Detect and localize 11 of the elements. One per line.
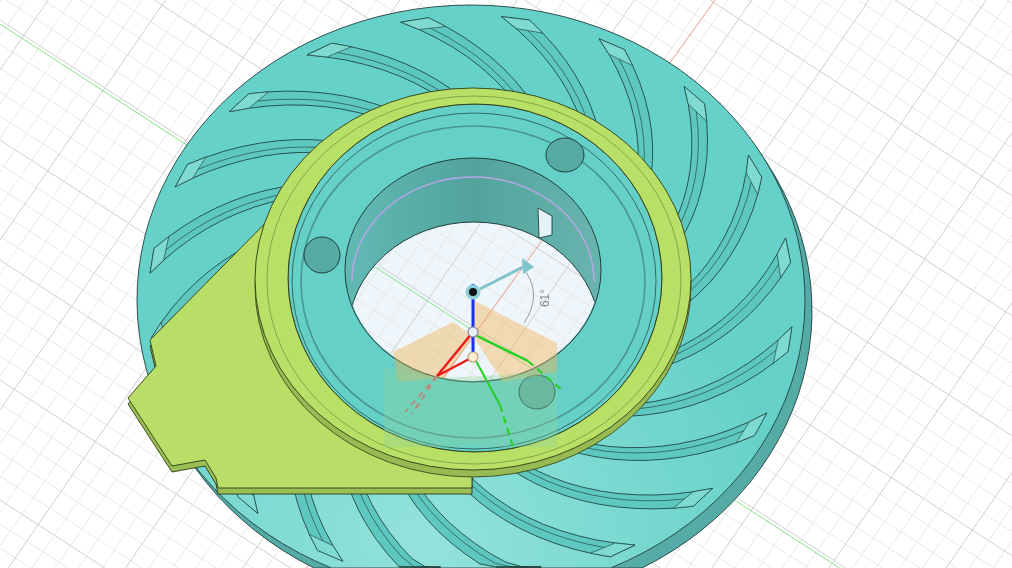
- point-handle[interactable]: [467, 351, 479, 363]
- bolt-hole: [518, 374, 556, 410]
- angle-readout: 61°: [538, 288, 552, 308]
- move-arrow-handle[interactable]: [479, 258, 534, 291]
- key-slot: [537, 207, 553, 239]
- plane-handle[interactable]: [384, 368, 557, 447]
- pivot-handle[interactable]: [465, 284, 481, 300]
- bolt-hole: [545, 137, 585, 173]
- angle-arc: [523, 271, 534, 324]
- point-handle[interactable]: [467, 326, 479, 338]
- bolt-hole: [303, 236, 341, 274]
